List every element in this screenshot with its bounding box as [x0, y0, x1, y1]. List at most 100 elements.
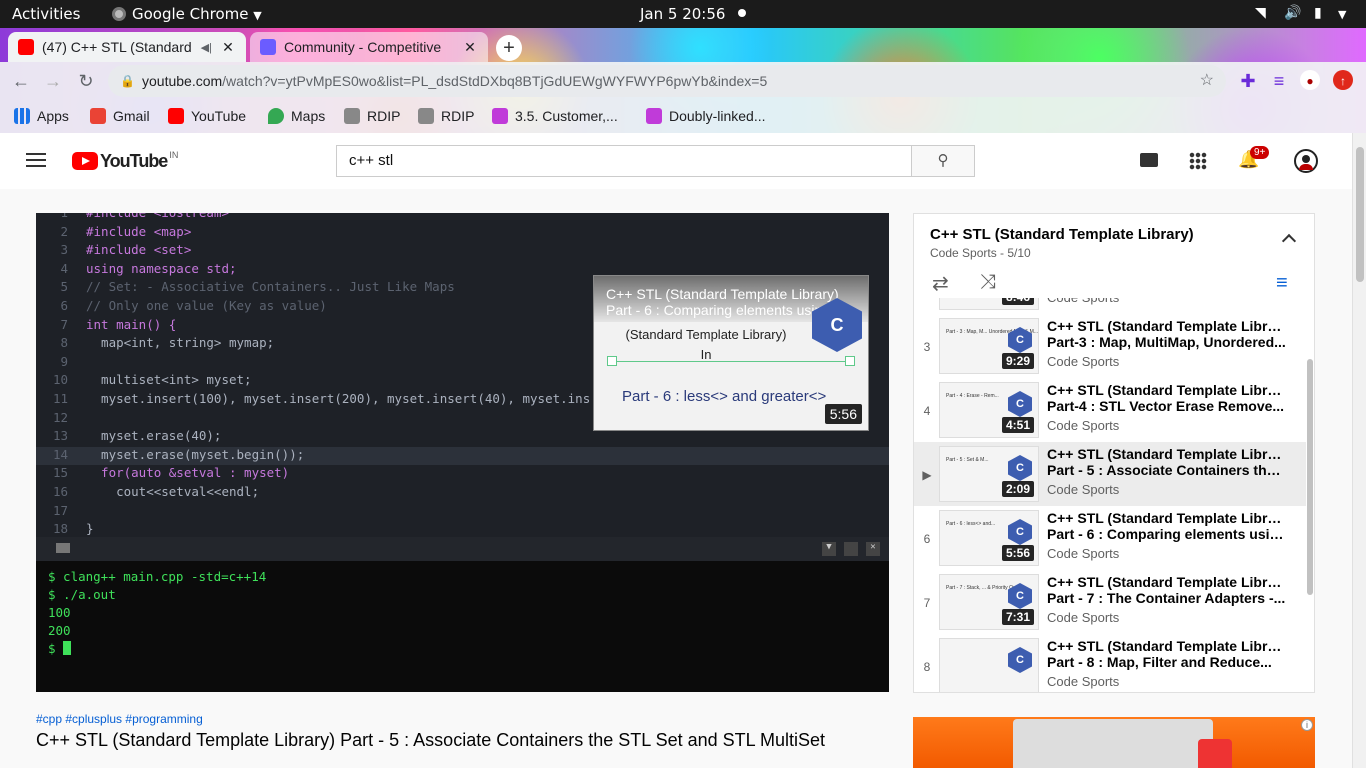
playlist-item-channel: Code Sports	[1047, 418, 1120, 433]
bookmark-gmail[interactable]: Gmail	[90, 106, 150, 126]
youtube-play-logo-icon	[72, 152, 98, 170]
search-button[interactable]: ⚲	[911, 145, 975, 177]
extension-puzzle-icon[interactable]: ✚	[1237, 70, 1259, 92]
loop-icon[interactable]: ⇄	[932, 271, 949, 296]
code-line: 16 cout<<setval<<endl;	[52, 484, 260, 499]
collapse-chevron-icon[interactable]	[1281, 233, 1297, 249]
new-tab-button[interactable]: +	[496, 35, 522, 61]
bookmark-youtube[interactable]: YouTube	[168, 106, 246, 126]
close-icon: ✕	[866, 542, 880, 556]
terminal-panel: ▼ ✕ $ clang++ main.cpp -std=c++14 $ ./a.…	[36, 537, 889, 692]
playlist-item-thumbnail: Part - 7 : Stack, ... & Priority Qu... C 7…	[939, 574, 1039, 630]
page-scrollbar-thumb[interactable]	[1356, 147, 1364, 282]
back-icon[interactable]: ←	[10, 70, 32, 92]
page-scrollbar[interactable]	[1352, 133, 1366, 768]
terminal-icon	[56, 543, 70, 553]
cpp-logo-icon: C	[1008, 647, 1032, 673]
tab-title: (47) C++ STL (Standard	[42, 39, 192, 55]
maximize-icon	[844, 542, 858, 556]
tab-audio-icon[interactable]: ◀|	[201, 41, 212, 54]
battery-icon[interactable]: ▮	[1314, 5, 1322, 21]
playlist-item[interactable]: 3 Part - 3 : Map, M... Unordered Map & M.…	[914, 314, 1306, 378]
terminal-line: $	[48, 641, 72, 656]
ad-info-icon[interactable]: i	[1301, 719, 1313, 731]
save-playlist-icon[interactable]: ≡	[1276, 272, 1288, 295]
playlist-items: 2Part - 2 : Vector, List a...C8:46Part -…	[914, 298, 1306, 692]
lock-icon: 🔒	[120, 74, 135, 88]
code-line: 14 myset.erase(myset.begin());	[36, 446, 889, 465]
media-queue-icon[interactable]: ≡	[1268, 70, 1290, 92]
page-icon	[492, 108, 508, 124]
bookmark-star-icon[interactable]: ☆	[1200, 65, 1214, 97]
playlist-item[interactable]: ▶ Part - 5 : Set & M... C 2:09 C++ STL (Stan…	[914, 442, 1306, 506]
create-video-icon[interactable]	[1140, 153, 1158, 167]
playlist-item[interactable]: 6 Part - 6 : less<> and... C 5:56 C++ STL (S…	[914, 506, 1306, 570]
ad-banner[interactable]: i	[913, 717, 1315, 768]
activities-button[interactable]: Activities	[12, 5, 80, 23]
volume-icon[interactable]: 🔊	[1284, 5, 1301, 21]
bookmark-maps[interactable]: Maps	[268, 106, 325, 126]
app-menu[interactable]: Google Chrome ▼	[112, 5, 262, 23]
slider-handle-left	[607, 356, 617, 366]
bookmark-apps[interactable]: Apps	[14, 106, 69, 126]
playlist-item-thumbnail: C	[939, 638, 1039, 692]
collapse-icon: ▼	[822, 542, 836, 556]
shuffle-icon[interactable]: ⤨	[980, 271, 996, 294]
playlist-scrollbar[interactable]	[1307, 359, 1313, 595]
rdip-icon	[418, 108, 434, 124]
playlist-item-thumbnail: Part - 3 : Map, M... Unordered Map & M..…	[939, 318, 1039, 374]
playlist-item-index: ▶	[922, 468, 932, 482]
playlist-item-duration: 4:51	[1001, 417, 1034, 433]
notification-badge: 9+	[1250, 146, 1270, 159]
playlist-item[interactable]: 2Part - 2 : Vector, List a...C8:46Part -…	[914, 298, 1306, 314]
playlist-item[interactable]: 4 Part - 4 : Erase - Rem... C 4:51 C++ STL (…	[914, 378, 1306, 442]
apps-grid-icon[interactable]	[1189, 152, 1207, 170]
account-avatar[interactable]	[1294, 149, 1318, 173]
cpp-logo-icon: C	[1008, 519, 1032, 545]
playlist-item-title: C++ STL (Standard Template Library) Part …	[1047, 638, 1287, 670]
video-hashtags[interactable]: #cpp #cplusplus #programming	[36, 712, 203, 726]
youtube-icon	[168, 108, 184, 124]
bookmark-doubly-linked[interactable]: Doubly-linked...	[646, 106, 766, 126]
playlist-title[interactable]: C++ STL (Standard Template Library)	[930, 226, 1194, 243]
browser-toolbar: ← → ↻ 🔒 youtube.com/watch?v=ytPvMpES0wo&l…	[0, 62, 1366, 100]
youtube-logo[interactable]: YouTube IN	[72, 150, 178, 172]
thumb-caption: Part - 5 : Set & M...	[946, 457, 989, 463]
forward-icon[interactable]: →	[42, 70, 64, 92]
playlist-panel: C++ STL (Standard Template Library) Code…	[913, 213, 1315, 693]
playlist-item-index: 6	[923, 532, 931, 546]
playlist-item[interactable]: 8 C C++ STL (Standard Template Library) Par…	[914, 634, 1306, 692]
playlist-subtitle[interactable]: Code Sports - 5/10	[930, 246, 1031, 260]
search-input[interactable]: c++ stl	[349, 152, 393, 169]
address-bar[interactable]: 🔒 youtube.com/watch?v=ytPvMpES0wo&list=PL…	[108, 65, 1226, 97]
bookmark-rdip-1[interactable]: RDIP	[344, 106, 400, 126]
search-box[interactable]: c++ stl	[336, 145, 912, 177]
reload-icon[interactable]: ↻	[75, 70, 97, 92]
tab-close-icon[interactable]: ✕	[220, 39, 236, 56]
bookmarks-bar: Apps Gmail YouTube Maps RDIP RDIP 3.5. C…	[0, 100, 1366, 133]
tab-community[interactable]: Community - Competitive ✕	[250, 32, 488, 62]
phone-image	[1198, 739, 1232, 768]
slider-line	[612, 361, 850, 362]
bookmark-rdip-2[interactable]: RDIP	[418, 106, 474, 126]
tab-youtube[interactable]: (47) C++ STL (Standard ◀| ✕	[8, 32, 246, 62]
notification-dot-icon	[738, 9, 746, 17]
end-card-next-video[interactable]: C++ STL (Standard Template Library) Part…	[593, 275, 869, 431]
cpp-logo-icon: C	[1008, 455, 1032, 481]
update-icon[interactable]: ↑	[1333, 70, 1353, 90]
search-icon: ⚲	[937, 152, 949, 169]
tab-close-icon[interactable]: ✕	[462, 39, 478, 56]
url-path: /watch?v=ytPvMpES0wo&list=PL_dsdStdDXbq8…	[222, 73, 768, 89]
playlist-item-title: C++ STL (Standard Template Library) Part …	[1047, 510, 1287, 542]
hamburger-menu-icon[interactable]	[26, 153, 46, 167]
system-menu-chevron-icon[interactable]: ▼	[1338, 8, 1346, 21]
playlist-item-channel: Code Sports	[1047, 482, 1120, 497]
wifi-icon[interactable]: ◥	[1255, 5, 1266, 21]
bookmark-customer[interactable]: 3.5. Customer,...	[492, 106, 618, 126]
playlist-item-thumbnail: Part - 4 : Erase - Rem... C 4:51	[939, 382, 1039, 438]
profile-avatar-icon[interactable]: ●	[1300, 70, 1320, 90]
clock[interactable]: Jan 5 20:56	[640, 5, 725, 23]
chrome-icon	[112, 7, 126, 21]
playlist-item[interactable]: 7 Part - 7 : Stack, ... & Priority Qu... C…	[914, 570, 1306, 634]
playlist-item-duration: 2:09	[1001, 481, 1034, 497]
